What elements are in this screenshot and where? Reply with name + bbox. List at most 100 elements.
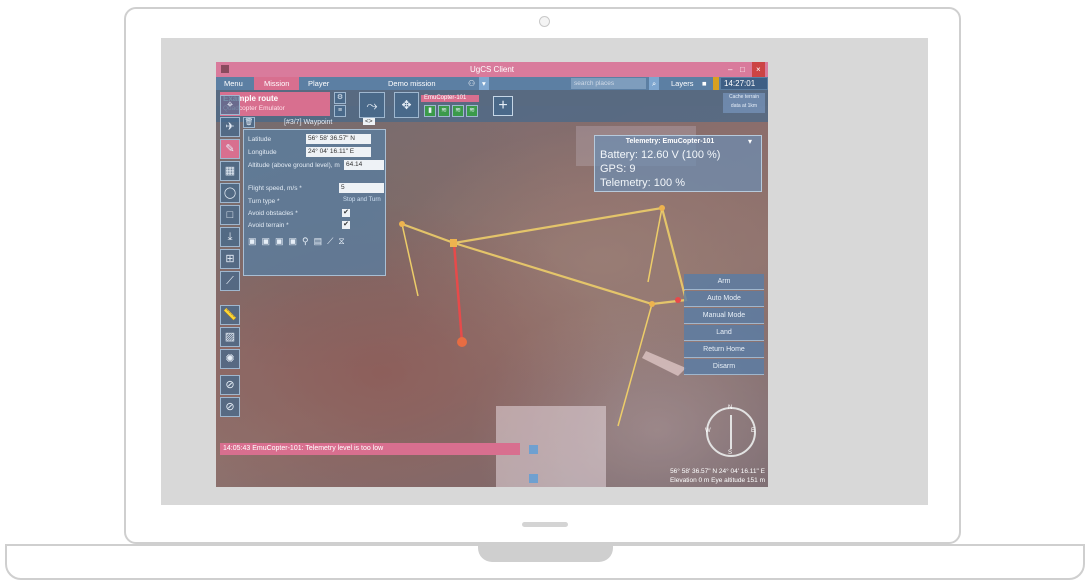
lid-indent (522, 522, 568, 527)
speed-label: Flight speed, m/s * (248, 185, 302, 192)
turn-type-label: Turn type * (248, 198, 280, 205)
waypoint-marker[interactable] (450, 239, 457, 247)
longitude-field[interactable]: 24° 04' 16.11" E (306, 147, 371, 157)
perimeter-tool-icon[interactable]: □ (220, 205, 240, 225)
compass-west: W (705, 428, 711, 434)
selected-segment (452, 242, 464, 343)
compass-icon[interactable]: N E S W (705, 405, 756, 457)
route-menu-icon[interactable]: ≡ (334, 105, 346, 117)
disarm-button[interactable]: Disarm (684, 359, 764, 375)
alert-message: 14:05:43 EmuCopter-101: Telemetry level … (220, 443, 520, 455)
ruler-tool-icon[interactable]: 📏 (220, 305, 240, 325)
window-title: UgCS Client (469, 65, 514, 74)
avoid-terrain-checkbox[interactable]: ✔ (342, 221, 350, 229)
speed-field[interactable]: 5 (339, 183, 384, 193)
user-icon[interactable]: ⚇ (468, 77, 475, 90)
landing-tool-icon[interactable]: ⤓ (220, 227, 240, 247)
minimize-icon[interactable]: – (728, 62, 732, 77)
app-window: UgCS Client – □ × Menu Mission Player De… (216, 62, 768, 487)
warning-icon[interactable] (713, 77, 719, 90)
waypoint-marker[interactable] (659, 205, 665, 211)
vehicle-name: EmuCopter-101 (421, 95, 479, 102)
mission-name: Demo mission (388, 79, 436, 88)
gear-icon[interactable]: ⚙ (334, 92, 346, 104)
altitude-label: Altitude (above ground level), m (248, 162, 340, 169)
telemetry-panel: Telemetry: EmuCopter-101 ▾ Battery: 12.6… (594, 135, 762, 192)
aircraft-model (642, 351, 686, 376)
takeoff-tool-icon[interactable]: ✈ (220, 117, 240, 137)
cache-terrain-button[interactable]: Cache terrain data at 1km (723, 93, 765, 113)
menu-bar: Menu Mission Player Demo mission ⚇ ▾ sea… (216, 77, 768, 90)
title-bar: UgCS Client (216, 62, 768, 77)
close-icon[interactable]: × (752, 62, 765, 77)
maximize-icon[interactable]: □ (740, 62, 745, 77)
video-icon[interactable]: ■ (702, 77, 707, 90)
area-scan-icon[interactable]: ▦ (220, 161, 240, 181)
waypoint-marker[interactable] (399, 221, 405, 227)
left-toolbar: ⌖ ✈ ✎ ▦ ◯ □ ⤓ ⊞ ⟋ 📏 ▨ ✺ ⊘ ⊘ (220, 95, 242, 425)
telemetry-icon: ≋ (466, 105, 478, 117)
compass-east: E (751, 428, 756, 434)
gps-icon: ≋ (452, 105, 464, 117)
latitude-field[interactable]: 56° 58' 36.57" N (306, 134, 371, 144)
longitude-label: Longitude (248, 149, 277, 156)
land-button[interactable]: Land (684, 325, 764, 341)
elevation-readout: Elevation 0 m Eye altitude 151 m (669, 477, 765, 484)
telemetry-readout: Telemetry: 100 % (600, 177, 685, 189)
nofly-cylinder-icon[interactable]: ⊘ (220, 397, 240, 417)
add-vehicle-button[interactable]: + (493, 96, 513, 116)
delete-icon[interactable]: 🗑 (243, 117, 255, 128)
vehicle-marker[interactable] (675, 297, 681, 303)
turn-type-select[interactable]: Stop and Turn (343, 197, 381, 203)
altitude-line (401, 223, 419, 297)
app-icon (221, 65, 229, 73)
waypoint-marker[interactable] (649, 301, 655, 307)
nofly-zone-icon[interactable]: ⊘ (220, 375, 240, 395)
dropdown-icon[interactable]: ▾ (479, 77, 489, 90)
battery-readout: Battery: 12.60 V (100 %) (600, 149, 721, 161)
menu-button[interactable]: Menu (224, 77, 243, 90)
compass-needle (730, 415, 732, 449)
corridor-tool-icon[interactable]: ⟋ (220, 271, 240, 291)
tab-player[interactable]: Player (308, 77, 329, 90)
battery-icon: ▮ (424, 105, 436, 117)
layers-small-icon[interactable] (529, 474, 538, 483)
photogrammetry-icon[interactable]: ⊞ (220, 249, 240, 269)
waypoint-tool-icon[interactable]: ⌖ (220, 95, 240, 115)
cache-terrain-label: Cache terrain (728, 94, 759, 100)
search-input[interactable]: search places (571, 78, 646, 89)
compass-south: S (728, 450, 733, 456)
base-notch (478, 544, 613, 562)
drone-icon[interactable]: ✥ (394, 92, 419, 118)
circle-tool-icon[interactable]: ◯ (220, 183, 240, 203)
altitude-field[interactable]: 64.14 (344, 160, 384, 170)
telemetry-title: Telemetry: EmuCopter-101 (625, 138, 715, 145)
prev-next-icon[interactable]: <> (363, 118, 375, 125)
avoid-terrain-label: Avoid terrain * (248, 222, 289, 229)
gps-readout: GPS: 9 (600, 163, 636, 175)
collapse-icon[interactable]: ▾ (748, 137, 752, 146)
arm-button[interactable]: Arm (684, 274, 764, 290)
return-home-button[interactable]: Return Home (684, 342, 764, 358)
search-icon[interactable]: ⌕ (649, 77, 660, 90)
waypoint-header: [#3/7] Waypoint (284, 119, 333, 126)
altitude-line (647, 207, 663, 283)
webcam-icon (539, 16, 550, 27)
route-path-icon[interactable]: ⤳ (359, 92, 385, 118)
avoid-obstacles-checkbox[interactable]: ✔ (342, 209, 350, 217)
path-tool-icon[interactable]: ✎ (220, 139, 240, 159)
tab-mission[interactable]: Mission (254, 77, 300, 90)
status-readout: 56° 58' 36.57" N 24° 04' 16.11" E Elevat… (661, 467, 765, 485)
expand-log-icon[interactable] (529, 445, 538, 454)
grid-tool-icon[interactable]: ▨ (220, 327, 240, 347)
waypoint-panel: [#3/7] Waypoint <> Latitude 56° 58' 36.5… (243, 118, 386, 276)
layers-button[interactable]: Layers (671, 77, 694, 90)
signal-icon: ≋ (438, 105, 450, 117)
poi-tool-icon[interactable]: ✺ (220, 349, 240, 369)
manual-mode-button[interactable]: Manual Mode (684, 308, 764, 324)
altitude-line (617, 303, 653, 427)
home-marker[interactable] (457, 337, 467, 347)
action-icons[interactable]: ▣▣▣▣⚲▤⟋⧖ (248, 236, 382, 252)
auto-mode-button[interactable]: Auto Mode (684, 291, 764, 307)
route-path (401, 206, 688, 306)
